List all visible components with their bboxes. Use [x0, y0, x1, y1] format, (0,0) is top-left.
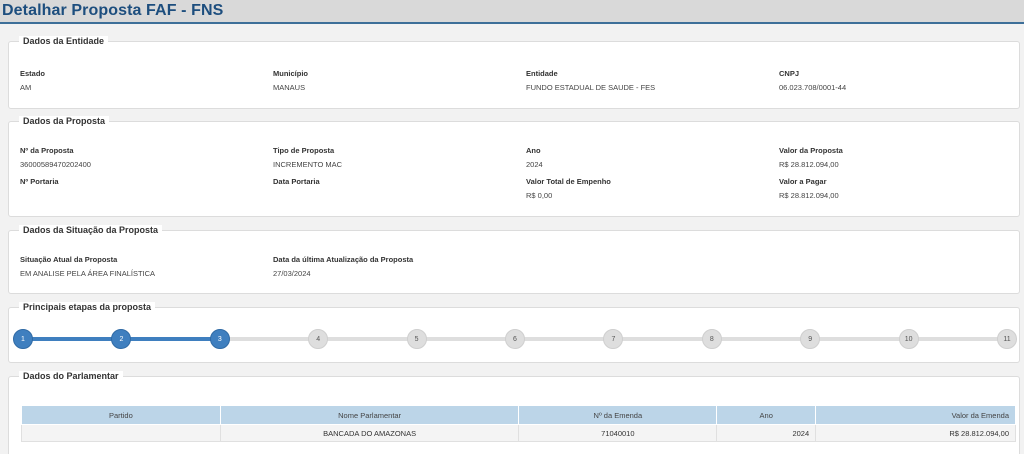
field-situacao-atual: Situação Atual da Proposta EM ANALISE PE… [20, 255, 156, 278]
page-title: Detalhar Proposta FAF - FNS [2, 2, 224, 19]
field-numero-portaria: Nº Portaria [20, 177, 59, 186]
page-header: Detalhar Proposta FAF - FNS [0, 0, 1024, 24]
step-8[interactable]: 8 [701, 329, 722, 349]
field-cnpj: CNPJ 06.023.708/0001-44 [779, 69, 847, 92]
cell-valor-emenda: R$ 28.812.094,00 [815, 424, 1016, 442]
step-3[interactable]: 3 [209, 329, 230, 349]
field-numero-proposta: Nº da Proposta 36000589470202400 [20, 146, 91, 169]
field-valor-empenho: Valor Total de Empenho R$ 0,00 [526, 177, 611, 200]
step-connector [416, 337, 515, 341]
cell-numero-emenda: 71040010 [518, 424, 718, 442]
field-tipo-proposta: Tipo de Proposta INCREMENTO MAC [273, 146, 343, 169]
panel-situacao-legend: Dados da Situação da Proposta [19, 225, 163, 235]
step-5[interactable]: 5 [406, 329, 427, 349]
step-connector [23, 337, 122, 341]
panel-situacao: Dados da Situação da Proposta Situação A… [8, 225, 1020, 294]
step-connector [219, 337, 319, 341]
step-6[interactable]: 6 [505, 329, 525, 349]
step-2[interactable]: 2 [111, 329, 132, 349]
step-connector [810, 337, 909, 341]
field-valor-proposta: Valor da Proposta R$ 28.812.094,00 [779, 146, 843, 169]
cell-nome-parlamentar: BANCADA DO AMAZONAS [219, 424, 520, 442]
panel-proposta-legend: Dados da Proposta [19, 116, 110, 126]
table-header-row: Partido Nome Parlamentar Nº da Emenda An… [21, 405, 1016, 425]
step-connector [711, 337, 811, 341]
cell-ano: 2024 [716, 424, 817, 442]
step-7[interactable]: 7 [603, 329, 624, 349]
field-entidade: Entidade FUNDO ESTADUAL DE SAUDE - FES [526, 69, 656, 92]
col-ano[interactable]: Ano [716, 405, 817, 425]
col-numero-emenda[interactable]: Nº da Emenda [518, 405, 718, 425]
panel-etapas: Principais etapas da proposta 1234567891… [8, 302, 1021, 364]
field-estado: Estado AM [20, 69, 46, 92]
panel-parlamentar: Dados do Parlamentar Partido Nome Parlam… [8, 371, 1020, 454]
table-row: BANCADA DO AMAZONAS 71040010 2024 R$ 28.… [21, 424, 1016, 442]
col-nome-parlamentar[interactable]: Nome Parlamentar [219, 405, 520, 425]
panel-parlamentar-legend: Dados do Parlamentar [19, 371, 123, 381]
step-connector [908, 337, 1007, 341]
step-1[interactable]: 1 [13, 329, 33, 349]
step-connector [613, 337, 712, 341]
progress-stepper: 1 2 3 4 5 6 7 8 9 10 11 [9, 308, 1021, 364]
step-connector [515, 337, 614, 341]
step-4[interactable]: 4 [308, 329, 329, 349]
panel-entidade: Dados da Entidade Estado AM Município MA… [8, 36, 1020, 109]
step-11[interactable]: 11 [997, 329, 1017, 349]
field-municipio: Município MANAUS [273, 69, 308, 92]
step-connector [121, 337, 220, 341]
step-9[interactable]: 9 [800, 329, 821, 349]
step-10[interactable]: 10 [898, 329, 919, 349]
panel-proposta: Dados da Proposta Nº da Proposta 3600058… [8, 116, 1020, 217]
field-ano: Ano 2024 [526, 146, 543, 169]
field-data-portaria: Data Portaria [273, 177, 320, 186]
col-valor-emenda[interactable]: Valor da Emenda [815, 405, 1016, 425]
col-partido[interactable]: Partido [21, 405, 221, 425]
step-connector [318, 337, 417, 341]
panel-entidade-legend: Dados da Entidade [19, 36, 109, 46]
parlamentar-table: Partido Nome Parlamentar Nº da Emenda An… [21, 405, 1016, 442]
cell-partido [21, 424, 221, 442]
field-valor-pagar: Valor a Pagar R$ 28.812.094,00 [779, 177, 839, 200]
field-data-atualizacao: Data da última Atualização da Proposta 2… [273, 255, 414, 278]
